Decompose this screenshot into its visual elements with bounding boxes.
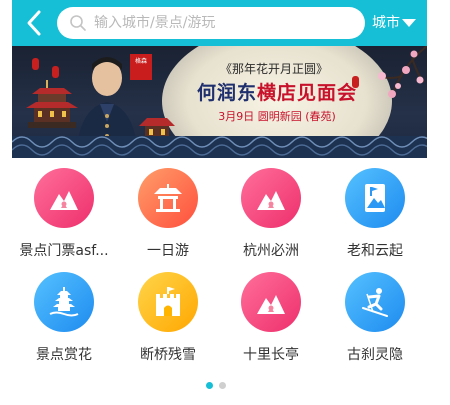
castle-icon (156, 287, 180, 316)
search-placeholder: 输入城市/景点/游玩 (94, 15, 216, 31)
category-grid: 景点门票asf... 一日游 杭州必洲 老和云起 景点赏花 断桥残雪 十里长亭 … (12, 158, 427, 405)
category-item[interactable]: 老和云起 (323, 168, 427, 272)
category-icon-circle[interactable] (138, 272, 198, 332)
app-screen: 输入城市/景点/游玩 城市 格森 《那年花开月正圆》 何润东横店见面会 3月9日… (12, 0, 427, 405)
wave-pattern (12, 136, 427, 158)
seal-stamp: 格森 (130, 54, 152, 80)
lantern-icon (52, 66, 59, 78)
category-label: 断桥残雪 (140, 347, 196, 363)
mountain-icon (257, 191, 285, 210)
banner-headline: 何润东横店见面会 (172, 78, 382, 105)
category-item[interactable]: 一日游 (116, 168, 220, 272)
page-dot-active[interactable] (206, 382, 213, 389)
headline-event: 横店见面会 (257, 82, 358, 104)
top-bar: 输入城市/景点/游玩 城市 (12, 0, 427, 46)
category-label: 古刹灵隐 (347, 347, 403, 363)
search-input[interactable]: 输入城市/景点/游玩 (57, 7, 365, 39)
grid-page-dots (206, 374, 232, 393)
category-icon-circle[interactable] (345, 272, 405, 332)
skier-icon (362, 288, 388, 317)
category-icon-circle[interactable] (34, 272, 94, 332)
category-icon-circle[interactable] (345, 168, 405, 228)
category-label: 老和云起 (347, 243, 403, 259)
banner-subtitle: 《那年花开月正圆》 (219, 62, 328, 76)
mountain-icon (257, 295, 285, 314)
category-item[interactable]: 断桥残雪 (116, 272, 220, 376)
category-label: 十里长亭 (243, 347, 299, 363)
category-label: 景点门票asf... (19, 243, 109, 259)
category-item[interactable]: 景点门票asf... (12, 168, 116, 272)
search-icon (70, 15, 86, 31)
lantern-icon (32, 58, 39, 70)
city-selector[interactable]: 城市 (372, 14, 400, 32)
promo-banner[interactable]: 格森 《那年花开月正圆》 何润东横店见面会 3月9日 圆明新园 (春苑) (12, 46, 427, 158)
category-item[interactable]: 古刹灵隐 (323, 272, 427, 376)
back-arrow-icon[interactable] (20, 8, 50, 38)
category-label: 杭州必洲 (243, 243, 299, 259)
stamp-text: 格森 (134, 58, 147, 65)
category-icon-circle[interactable] (138, 168, 198, 228)
pagoda-icon (49, 287, 79, 317)
category-item[interactable]: 杭州必洲 (219, 168, 323, 272)
pavilion-icon (154, 184, 182, 212)
category-label: 景点赏花 (36, 347, 92, 363)
banner-date-line: 3月9日 圆明新园 (春苑) (218, 110, 336, 123)
category-icon-circle[interactable] (34, 168, 94, 228)
flag-mountain-icon (365, 184, 385, 212)
headline-name: 何润东 (196, 82, 257, 104)
category-icon-circle[interactable] (241, 168, 301, 228)
mountain-icon (50, 191, 78, 210)
page-dot[interactable] (219, 382, 226, 389)
category-label: 一日游 (147, 243, 189, 259)
caret-down-icon[interactable] (402, 19, 416, 27)
category-item[interactable]: 景点赏花 (12, 272, 116, 376)
category-icon-circle[interactable] (241, 272, 301, 332)
category-item[interactable]: 十里长亭 (219, 272, 323, 376)
